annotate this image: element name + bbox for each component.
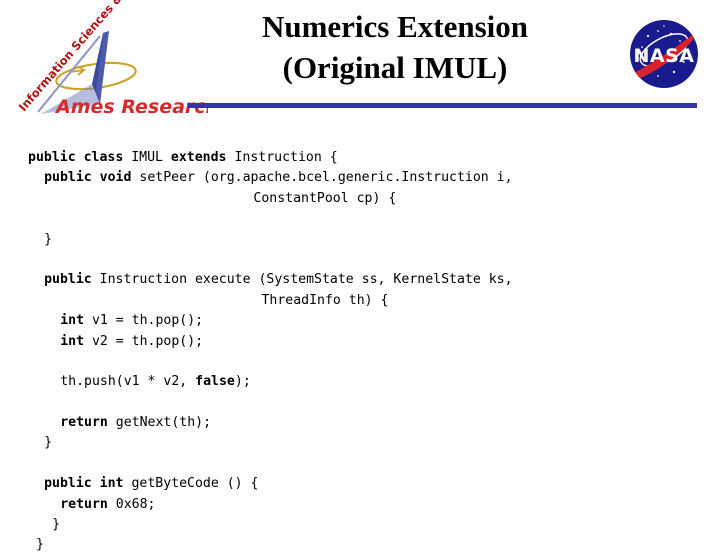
code-keyword: int: [60, 333, 92, 349]
code-text: v2 = th.pop();: [91, 333, 204, 349]
code-line: th.push(v1 * v2, false);: [0, 372, 720, 392]
code-line: int v1 = th.pop();: [0, 311, 720, 331]
page-title-line-1: Numerics Extension: [261, 9, 529, 44]
code-text: }: [52, 517, 61, 533]
code-text: }: [44, 435, 53, 451]
code-keyword: public: [44, 272, 100, 288]
code-line: }: [0, 535, 720, 555]
code-line: public void setPeer (org.apache.bcel.gen…: [0, 168, 720, 188]
code-text: ConstantPool cp) {: [253, 190, 397, 206]
code-line: public Instruction execute (SystemState …: [0, 270, 720, 290]
code-line: public class IMUL extends Instruction {: [0, 148, 720, 168]
nasa-logo-graphic: NASA: [630, 20, 698, 88]
code-line: }: [0, 230, 720, 250]
code-keyword: return: [60, 496, 116, 512]
code-text: v1 = th.pop();: [91, 313, 204, 329]
code-line: return getNext(th);: [0, 413, 720, 433]
code-keyword: extends: [170, 150, 235, 165]
code-text: }: [44, 231, 53, 247]
code-line: return 0x68;: [0, 495, 720, 515]
code-text: getByteCode () {: [131, 476, 259, 492]
code-line: }: [0, 515, 720, 535]
code-line: ThreadInfo th) {: [0, 291, 720, 311]
ames-logo-graphic: Information Sciences & Technology Ames R…: [16, 0, 208, 118]
code-text: ThreadInfo th) {: [261, 292, 389, 308]
code-text: setPeer (org.apache.bcel.generic.Instruc…: [139, 170, 513, 186]
code-keyword: return: [60, 415, 116, 431]
header-divider: [188, 103, 697, 108]
code-keyword: int: [60, 313, 92, 329]
ames-research-center-logo: Information Sciences & Technology Ames R…: [8, 0, 208, 122]
code-line: ConstantPool cp) {: [0, 189, 720, 209]
code-keyword: false: [195, 374, 235, 390]
code-line: public int getByteCode () {: [0, 474, 720, 494]
code-text: th.push(v1 * v2,: [60, 374, 196, 390]
code-keyword: public class: [28, 150, 132, 165]
ames-wordmark: Ames Research Center: [54, 96, 208, 118]
page-title-line-2: (Original IMUL): [282, 50, 508, 85]
code-line: }: [0, 433, 720, 453]
nasa-logo: NASA: [616, 14, 712, 94]
code-text: IMUL: [131, 150, 171, 165]
page-title: Numerics Extension (Original IMUL): [195, 6, 595, 88]
nasa-wordmark: NASA: [634, 45, 695, 67]
code-keyword: public int: [44, 476, 132, 492]
code-block: public class IMUL extends Instruction {p…: [0, 148, 720, 552]
code-text: Instruction execute (SystemState ss, Ker…: [99, 272, 513, 288]
code-keyword: public void: [44, 170, 140, 186]
code-text: Instruction {: [234, 150, 338, 165]
code-text: getNext(th);: [115, 415, 212, 431]
code-text: 0x68;: [115, 496, 156, 512]
slide-header: Information Sciences & Technology Ames R…: [0, 0, 720, 120]
code-line: int v2 = th.pop();: [0, 332, 720, 352]
code-text: );: [234, 374, 251, 390]
